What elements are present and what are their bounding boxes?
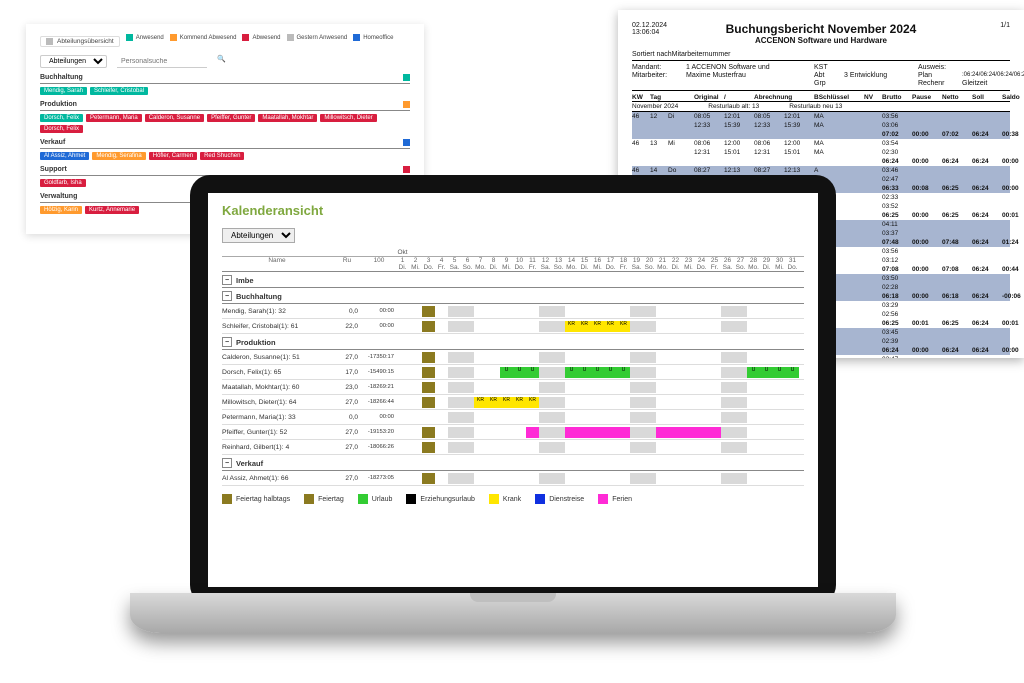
person-tag[interactable]: Mendig, Sarah — [40, 87, 87, 95]
report-month: November 2024 — [632, 103, 678, 110]
legend-swatch — [406, 494, 416, 504]
group-head[interactable]: Buchhaltung — [40, 74, 410, 84]
report-table-head: KWTagOriginal/AbrechnungBSchlüsselNVBrut… — [632, 91, 1010, 102]
calendar-row: Petermann, Maria(1): 330,000:00 — [222, 410, 804, 425]
legend-swatch — [287, 34, 294, 41]
person-tag[interactable]: Millowitsch, Dieter — [320, 114, 376, 122]
group-head[interactable]: Verkauf — [40, 139, 410, 149]
collapse-icon[interactable]: − — [222, 291, 232, 301]
report-sort: Sortiert nachMitarbeiternummer — [632, 51, 1010, 61]
panel-title-chip: Abteilungsübersicht — [40, 36, 120, 47]
person-tag[interactable]: Schleifer, Cristobal — [90, 87, 148, 95]
panel-title: Abteilungsübersicht — [57, 38, 114, 45]
person-tag[interactable]: Dorsch, Felix — [40, 125, 83, 133]
legend-swatch — [535, 494, 545, 504]
calendar-header: Okt — [222, 249, 804, 257]
person-tag[interactable]: Maatallah, Mokhtar — [258, 114, 317, 122]
calendar-legend: Feiertag halbtagsFeiertagUrlaubErziehung… — [222, 494, 804, 504]
person-tag[interactable]: Al Assiz, Ahmet — [40, 152, 89, 160]
legend-swatch — [222, 494, 232, 504]
calendar-group[interactable]: − Produktion — [222, 334, 804, 350]
report-page: 1/1 — [1000, 22, 1010, 29]
calendar-group[interactable]: − Verkauf — [222, 455, 804, 471]
legend-swatch — [304, 494, 314, 504]
laptop-mockup: Kalenderansicht Abteilungen Okt NameRu10… — [130, 175, 896, 675]
attendance-legend: AnwesendKommend AbwesendAbwesendGestern … — [126, 34, 394, 41]
person-tag[interactable]: Höfler, Carmen — [149, 152, 197, 160]
calendar-row: Al Assiz, Ahmet(1): 6627,0-18273:05 — [222, 471, 804, 486]
collapse-icon[interactable]: − — [222, 458, 232, 468]
calendar-row: Mendig, Sarah(1): 320,000:00 — [222, 304, 804, 319]
legend-swatch — [489, 494, 499, 504]
report-subtitle: ACCENON Software und Hardware — [632, 36, 1010, 45]
calendar-department-select[interactable]: Abteilungen — [222, 228, 295, 243]
legend-swatch — [358, 494, 368, 504]
person-tag[interactable]: Mendig, Serafina — [92, 152, 145, 160]
report-title: Buchungsbericht November 2024 — [632, 22, 1010, 36]
calendar-row: Schleifer, Cristobal(1): 6122,000:00KRKR… — [222, 319, 804, 334]
calendar-row: Calderon, Susanne(1): 5127,0-17350:17 — [222, 350, 804, 365]
calendar-row: Reinhard, Gilbert(1): 427,0-18066:26 — [222, 440, 804, 455]
person-tag[interactable]: Calderon, Susanne — [145, 114, 204, 122]
calendar-row: Dorsch, Felix(1): 6517,0-15490:15UUUUUUU… — [222, 365, 804, 380]
calendar-screen: Kalenderansicht Abteilungen Okt NameRu10… — [208, 193, 818, 587]
person-tag[interactable]: Hölzig, Karin — [40, 206, 82, 214]
search-input[interactable] — [117, 55, 207, 68]
legend-swatch — [353, 34, 360, 41]
calendar-daynames: NameRu1001Di.2Mi.3Do.4Fr.5Sa.6So.7Mo.8Di… — [222, 257, 804, 272]
person-tag[interactable]: Dorsch, Felix — [40, 114, 83, 122]
calendar-row: Pfeiffer, Gunter(1): 5227,0-19153:20 — [222, 425, 804, 440]
calendar-row: Maatallah, Mokhtar(1): 6023,0-18269:21 — [222, 380, 804, 395]
legend-swatch — [126, 34, 133, 41]
group-head[interactable]: Produktion — [40, 101, 410, 111]
person-tag[interactable]: Red Shuchen — [200, 152, 244, 160]
calendar-group[interactable]: − Buchhaltung — [222, 288, 804, 304]
report-meta: Mandant:1 ACCENON Software und KST Auswe… — [632, 61, 1010, 91]
legend-swatch — [242, 34, 249, 41]
person-tag[interactable]: Goldfarb, Isha — [40, 179, 86, 187]
collapse-icon[interactable]: − — [222, 275, 232, 285]
collapse-icon[interactable]: − — [222, 337, 232, 347]
department-filter[interactable]: Abteilungen — [40, 55, 107, 68]
calendar-title: Kalenderansicht — [222, 203, 804, 218]
legend-swatch — [598, 494, 608, 504]
legend-swatch — [170, 34, 177, 41]
calendar-group[interactable]: − Imbe — [222, 272, 804, 288]
square-icon — [46, 38, 53, 45]
search-icon[interactable]: 🔍 — [217, 55, 226, 68]
person-tag[interactable]: Petermann, Maria — [86, 114, 142, 122]
calendar-row: Millowitsch, Dieter(1): 6427,0-18266:44K… — [222, 395, 804, 410]
person-tag[interactable]: Pfeiffer, Gunter — [207, 114, 255, 122]
